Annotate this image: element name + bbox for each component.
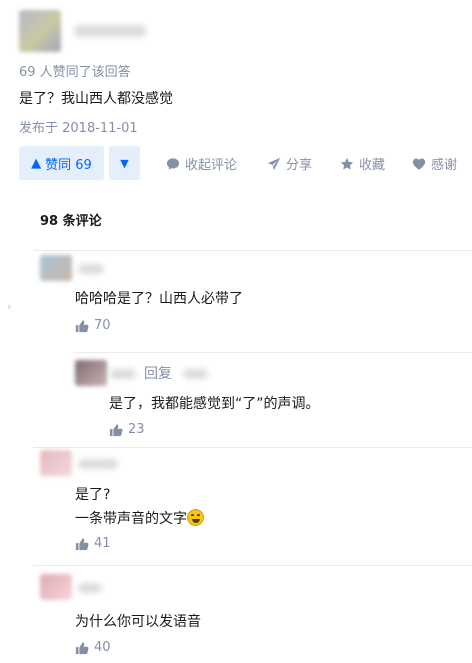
star-icon <box>340 157 354 170</box>
reply-author-blurred[interactable] <box>110 369 136 379</box>
grin-emoji-icon <box>187 509 204 526</box>
comment-like-count: 40 <box>94 640 111 655</box>
thumb-up-icon <box>75 537 89 550</box>
share-label: 分享 <box>286 158 313 173</box>
thumb-up-icon <box>109 423 123 436</box>
comment-icon <box>166 157 180 170</box>
comment-like-count: 23 <box>128 422 145 437</box>
comments-count-title: 98 条评论 <box>40 214 102 229</box>
collapse-comments-button[interactable]: 收起评论 <box>166 154 237 173</box>
divider <box>33 447 472 448</box>
author-name-blurred[interactable] <box>74 25 146 37</box>
comment-author-blurred[interactable] <box>78 459 118 469</box>
comment-text-line2: 一条带声音的文字 <box>75 508 204 528</box>
vote-up-button[interactable]: ▲ 赞同 69 <box>19 146 104 180</box>
comment-author-blurred[interactable] <box>78 264 104 274</box>
divider <box>33 250 472 251</box>
comment-text-content: 一条带声音的文字 <box>75 511 187 527</box>
comment-like-button[interactable]: 40 <box>75 640 111 655</box>
comment-like-count: 41 <box>94 536 111 551</box>
thumb-up-icon <box>75 319 89 332</box>
comment-avatar[interactable] <box>40 574 72 600</box>
comment-like-button[interactable]: 70 <box>75 318 111 333</box>
favorite-label: 收藏 <box>359 158 386 173</box>
comment-text: 哈哈哈是了？山西人必带了 <box>75 291 243 307</box>
comment-like-count: 70 <box>94 318 111 333</box>
comment-text: 是了，我都能感觉到“了”的声调。 <box>109 396 320 412</box>
publish-date: 发布于 2018-11-01 <box>19 121 138 136</box>
comment-like-button[interactable]: 41 <box>75 536 111 551</box>
scroll-marker: › <box>7 300 12 313</box>
thanks-label: 感谢 <box>431 158 458 173</box>
comment-text: 是了? <box>75 487 111 503</box>
reply-label: 回复 <box>144 366 172 382</box>
comment-author-blurred[interactable] <box>78 583 102 593</box>
divider <box>73 352 472 353</box>
triangle-up-icon: ▲ <box>31 155 42 171</box>
comment-text: 为什么你可以发语音 <box>75 614 201 630</box>
share-icon <box>267 157 281 170</box>
thumb-up-icon <box>75 641 89 654</box>
comment-avatar[interactable] <box>40 450 72 476</box>
triangle-down-icon: ▼ <box>120 156 129 170</box>
answer-content: 是了？我山西人都没感觉 <box>19 91 173 107</box>
share-button[interactable]: 分享 <box>267 154 312 173</box>
divider <box>33 565 472 566</box>
vote-up-label: 赞同 69 <box>45 157 92 173</box>
reply-avatar[interactable] <box>75 360 107 386</box>
heart-icon <box>412 157 426 170</box>
comment-like-button[interactable]: 23 <box>109 422 145 437</box>
collapse-comments-label: 收起评论 <box>185 158 238 173</box>
vote-count-text: 69 人赞同了该回答 <box>19 65 131 80</box>
favorite-button[interactable]: 收藏 <box>340 154 385 173</box>
answer-card: 69 人赞同了该回答 是了？我山西人都没感觉 发布于 2018-11-01 ▲ … <box>0 0 472 195</box>
vote-down-button[interactable]: ▼ <box>109 146 140 180</box>
thanks-button[interactable]: 感谢 <box>412 154 457 173</box>
reply-target-blurred[interactable] <box>183 369 208 379</box>
action-bar: ▲ 赞同 69 ▼ 收起评论 分享 收藏 感谢 <box>19 146 469 180</box>
comment-avatar[interactable] <box>40 255 72 281</box>
author-avatar[interactable] <box>19 10 61 52</box>
